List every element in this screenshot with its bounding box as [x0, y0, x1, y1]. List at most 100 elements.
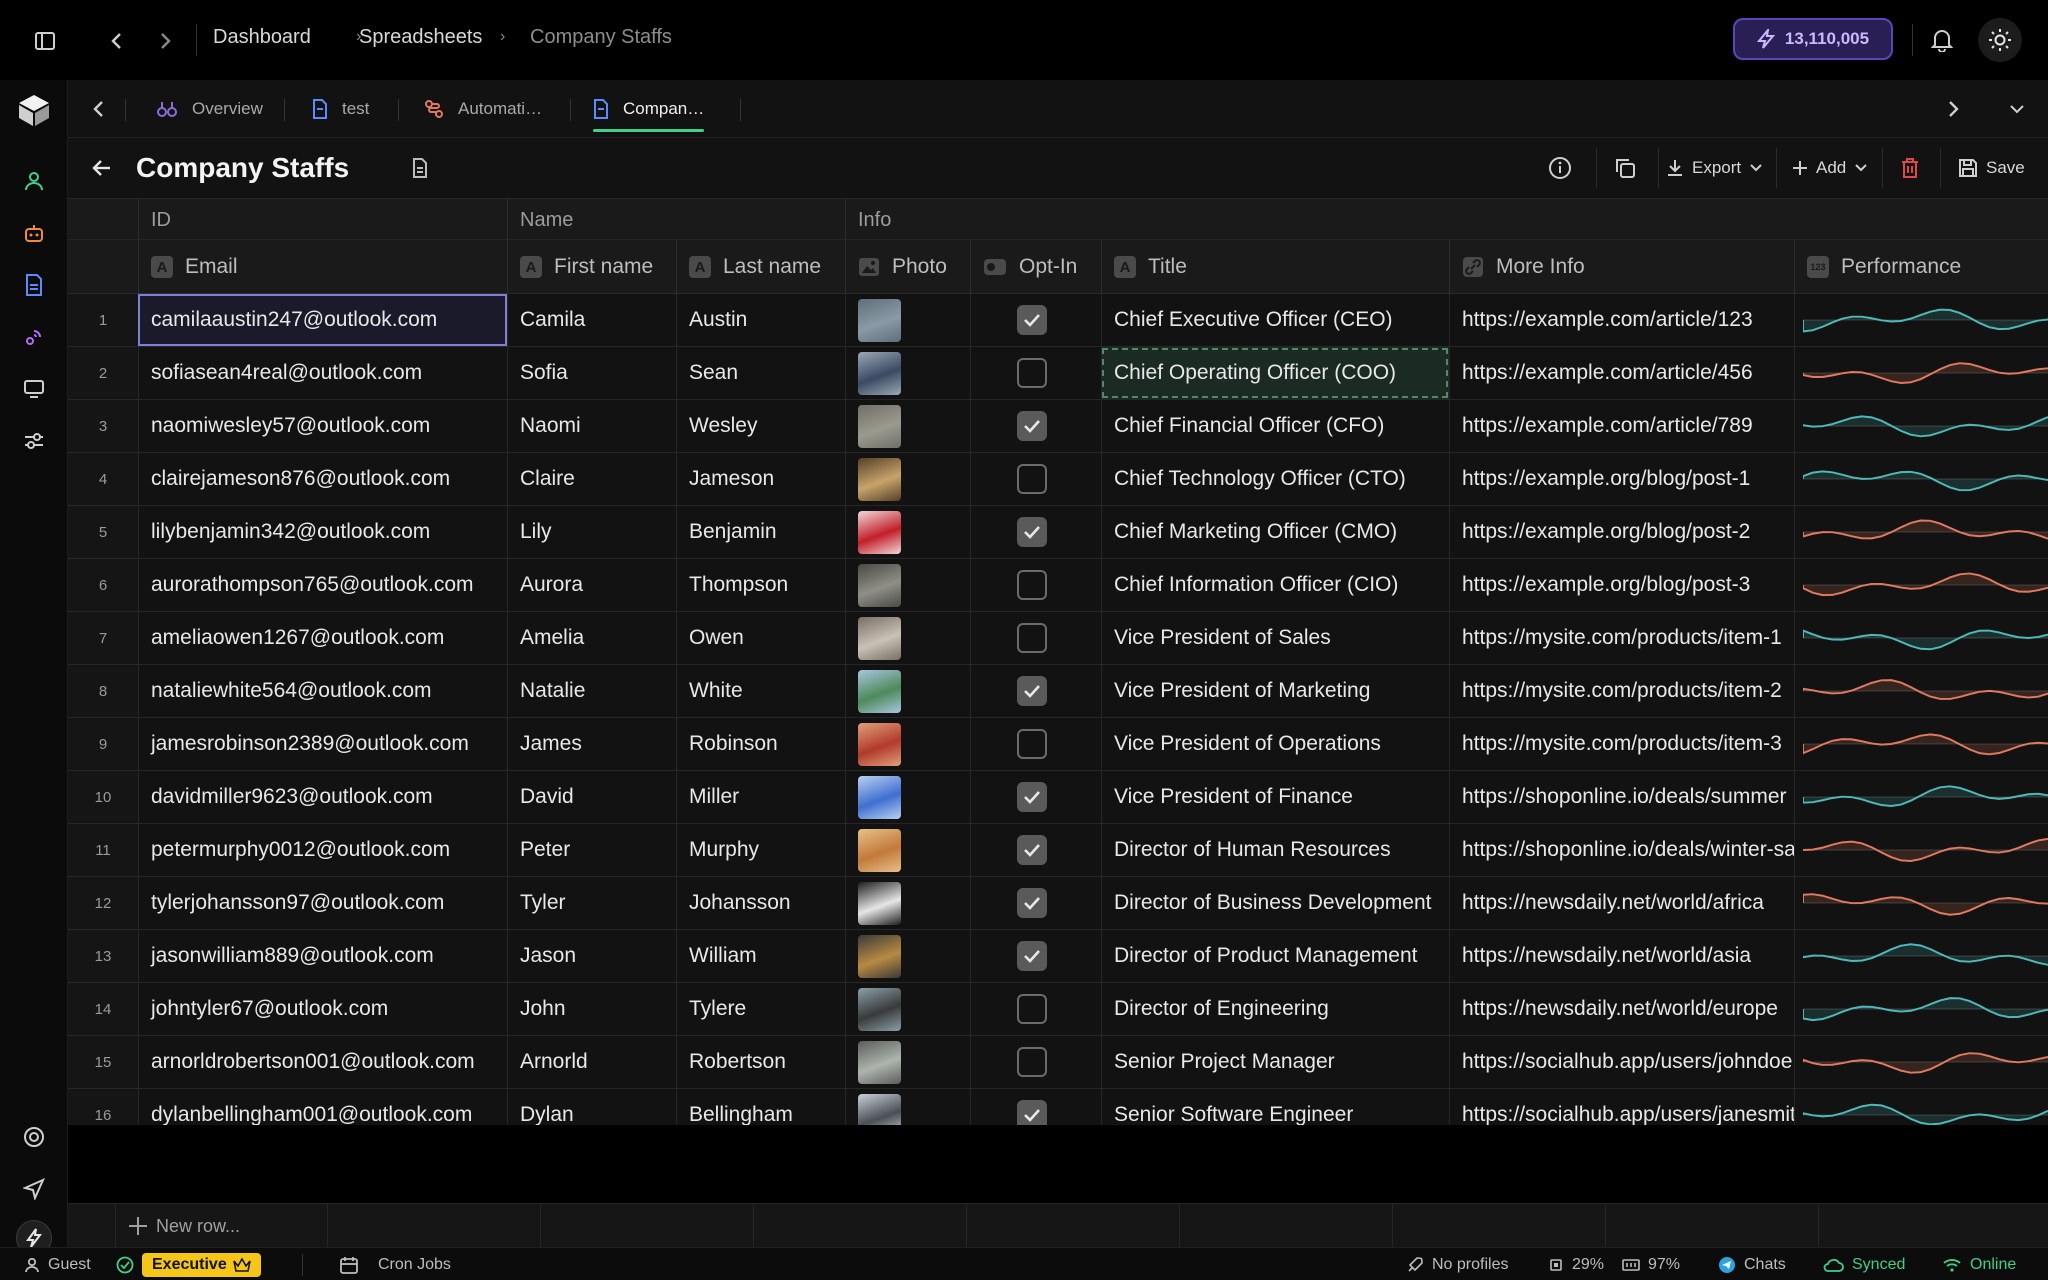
table-row[interactable]: 16 dylanbellingham001@outlook.com Dylan Bel…	[68, 1089, 2048, 1125]
table-row[interactable]: 15 arnorldrobertson001@outlook.com Arnorld…	[68, 1036, 2048, 1089]
cell-last-name[interactable]: Benjamin	[676, 506, 845, 558]
column-header-more-info[interactable]: More Info	[1449, 240, 1794, 294]
cell-email[interactable]: sofiasean4real@outlook.com	[138, 347, 507, 399]
cell-photo[interactable]	[845, 930, 970, 982]
cell-email[interactable]: lilybenjamin342@outlook.com	[138, 506, 507, 558]
cell-first-name[interactable]: Amelia	[507, 612, 676, 664]
cell-photo[interactable]	[845, 559, 970, 611]
chats-button[interactable]: Chats	[1718, 1248, 1786, 1280]
cell-opt-in[interactable]	[970, 506, 1101, 558]
satellite-icon[interactable]	[19, 322, 49, 352]
cell-performance[interactable]	[1794, 771, 2048, 823]
cell-opt-in[interactable]	[970, 718, 1101, 770]
column-header-last-name[interactable]: A Last name	[676, 240, 845, 294]
monitor-icon[interactable]	[19, 374, 49, 404]
cell-title[interactable]: Vice President of Sales	[1101, 612, 1449, 664]
cell-last-name[interactable]: Robertson	[676, 1036, 845, 1088]
cell-performance[interactable]	[1794, 1036, 2048, 1088]
cell-more-info[interactable]: https://socialhub.app/users/janesmith	[1449, 1089, 1794, 1125]
table-row[interactable]: 11 petermurphy0012@outlook.com Peter Murphy…	[68, 824, 2048, 877]
cell-title[interactable]: Senior Project Manager	[1101, 1036, 1449, 1088]
row-number[interactable]: 6	[68, 559, 138, 611]
table-row[interactable]: 5 lilybenjamin342@outlook.com Lily Benjamin…	[68, 506, 2048, 559]
opt-in-checkbox[interactable]	[1017, 676, 1047, 706]
row-number[interactable]: 4	[68, 453, 138, 505]
cell-email[interactable]: davidmiller9623@outlook.com	[138, 771, 507, 823]
cell-more-info[interactable]: https://example.org/blog/post-2	[1449, 506, 1794, 558]
cell-opt-in[interactable]	[970, 1036, 1101, 1088]
tab-overview[interactable]: Overview	[156, 80, 263, 138]
cell-title[interactable]: Chief Technology Officer (CTO)	[1101, 453, 1449, 505]
row-number[interactable]: 8	[68, 665, 138, 717]
delete-button[interactable]	[1900, 138, 1920, 198]
cell-last-name[interactable]: Tylere	[676, 983, 845, 1035]
cell-photo[interactable]	[845, 877, 970, 929]
tab-company-staffs[interactable]: Compan…	[593, 80, 705, 138]
duplicate-button[interactable]	[1614, 138, 1636, 198]
breadcrumb-spreadsheets[interactable]: Spreadsheets	[359, 26, 482, 49]
cell-more-info[interactable]: https://example.org/blog/post-1	[1449, 453, 1794, 505]
cell-opt-in[interactable]	[970, 983, 1101, 1035]
photo-thumbnail[interactable]	[858, 669, 901, 713]
row-number[interactable]: 9	[68, 718, 138, 770]
cell-photo[interactable]	[845, 453, 970, 505]
opt-in-checkbox[interactable]	[1017, 941, 1047, 971]
opt-in-checkbox[interactable]	[1017, 994, 1047, 1024]
cell-first-name[interactable]: James	[507, 718, 676, 770]
opt-in-checkbox[interactable]	[1017, 623, 1047, 653]
cell-performance[interactable]	[1794, 930, 2048, 982]
cell-title[interactable]: Senior Software Engineer	[1101, 1089, 1449, 1125]
row-number[interactable]: 10	[68, 771, 138, 823]
cell-photo[interactable]	[845, 1089, 970, 1125]
row-number[interactable]: 16	[68, 1089, 138, 1125]
forward-arrow-icon[interactable]	[152, 26, 178, 56]
photo-thumbnail[interactable]	[858, 775, 901, 819]
cell-last-name[interactable]: Johansson	[676, 877, 845, 929]
column-header-email[interactable]: A Email	[138, 240, 507, 294]
cell-performance[interactable]	[1794, 824, 2048, 876]
tabs-menu-chevron-down-icon[interactable]	[2004, 96, 2030, 122]
table-row[interactable]: 12 tylerjohansson97@outlook.com Tyler Johan…	[68, 877, 2048, 930]
cell-opt-in[interactable]	[970, 453, 1101, 505]
opt-in-checkbox[interactable]	[1017, 835, 1047, 865]
cell-opt-in[interactable]	[970, 400, 1101, 452]
cell-email[interactable]: jasonwilliam889@outlook.com	[138, 930, 507, 982]
cell-first-name[interactable]: Claire	[507, 453, 676, 505]
cell-first-name[interactable]: Lily	[507, 506, 676, 558]
cell-first-name[interactable]: Dylan	[507, 1089, 676, 1125]
tab-test[interactable]: test	[312, 80, 369, 138]
cell-title[interactable]: Vice President of Marketing	[1101, 665, 1449, 717]
cell-first-name[interactable]: Arnorld	[507, 1036, 676, 1088]
cell-more-info[interactable]: https://newsdaily.net/world/africa	[1449, 877, 1794, 929]
cell-first-name[interactable]: Peter	[507, 824, 676, 876]
cell-first-name[interactable]: Aurora	[507, 559, 676, 611]
cell-email[interactable]: camilaaustin247@outlook.com	[138, 294, 507, 346]
row-number[interactable]: 14	[68, 983, 138, 1035]
send-icon[interactable]	[19, 1174, 49, 1204]
bell-icon[interactable]	[1926, 24, 1958, 56]
photo-thumbnail[interactable]	[858, 881, 901, 925]
cell-last-name[interactable]: Wesley	[676, 400, 845, 452]
column-header-title[interactable]: A Title	[1101, 240, 1449, 294]
cell-email[interactable]: nataliewhite564@outlook.com	[138, 665, 507, 717]
photo-thumbnail[interactable]	[858, 616, 901, 660]
opt-in-checkbox[interactable]	[1017, 1100, 1047, 1125]
cell-title[interactable]: Director of Human Resources	[1101, 824, 1449, 876]
photo-thumbnail[interactable]	[858, 457, 901, 501]
cell-photo[interactable]	[845, 294, 970, 346]
cell-last-name[interactable]: Austin	[676, 294, 845, 346]
cell-more-info[interactable]: https://newsdaily.net/world/europe	[1449, 983, 1794, 1035]
tabs-scroll-right-icon[interactable]	[1940, 96, 1966, 122]
photo-thumbnail[interactable]	[858, 298, 901, 342]
new-row-button[interactable]: New row...	[128, 1204, 240, 1248]
cell-performance[interactable]	[1794, 1089, 2048, 1125]
cell-email[interactable]: aurorathompson765@outlook.com	[138, 559, 507, 611]
cell-photo[interactable]	[845, 665, 970, 717]
cell-first-name[interactable]: David	[507, 771, 676, 823]
photo-thumbnail[interactable]	[858, 563, 901, 607]
cell-more-info[interactable]: https://example.com/article/789	[1449, 400, 1794, 452]
cell-last-name[interactable]: Miller	[676, 771, 845, 823]
cell-title[interactable]: Director of Product Management	[1101, 930, 1449, 982]
cell-title[interactable]: Chief Information Officer (CIO)	[1101, 559, 1449, 611]
cell-more-info[interactable]: https://mysite.com/products/item-2	[1449, 665, 1794, 717]
